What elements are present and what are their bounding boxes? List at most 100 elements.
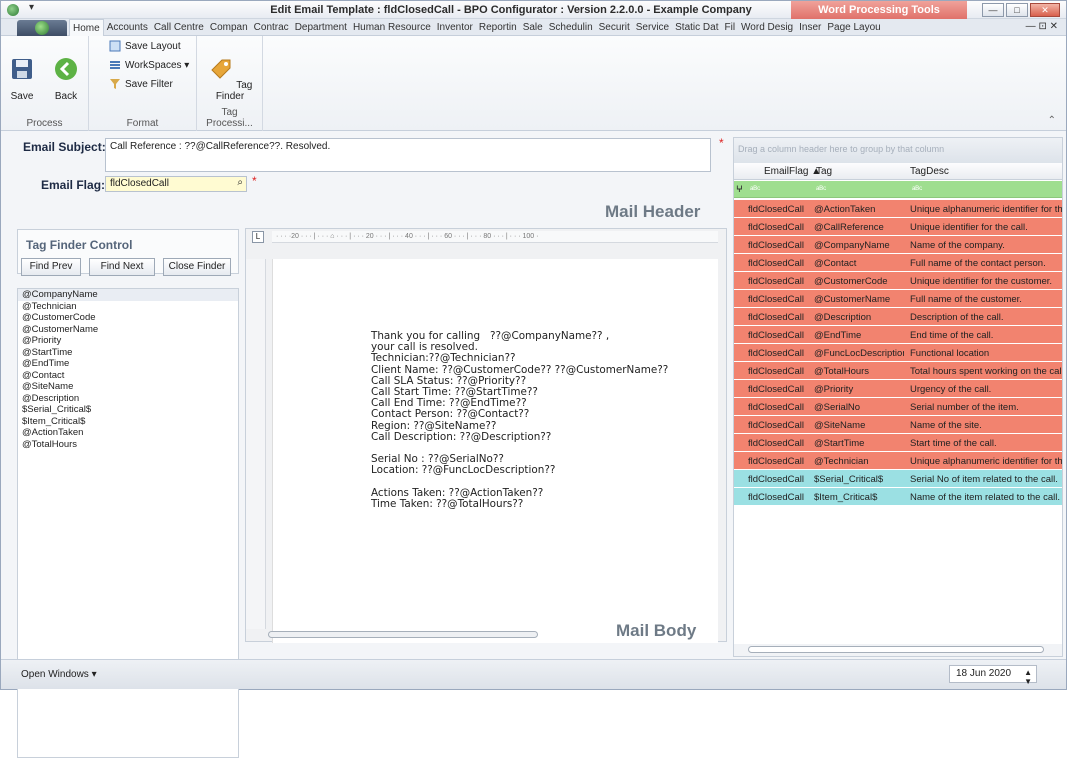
back-button[interactable]: Back — [51, 56, 81, 102]
find-prev-button[interactable]: Find Prev — [21, 258, 81, 276]
save-label: Save — [10, 91, 34, 102]
grid-row[interactable]: fldClosedCall @Contact Full name of the co… — [734, 254, 1062, 272]
scrollbar-thumb[interactable] — [268, 631, 538, 638]
cell-tag: @TotalHours — [814, 366, 870, 377]
scrollbar-thumb[interactable] — [748, 646, 1044, 653]
tab-inventor[interactable]: Inventor — [434, 19, 476, 36]
tag-list-item[interactable]: @StartTime — [18, 347, 238, 359]
email-body-text[interactable]: Thank you for calling ??@CompanyName?? ,… — [371, 330, 668, 510]
tab-word-desig[interactable]: Word Desig — [738, 19, 796, 36]
grid-row[interactable]: fldClosedCall @StartTime Start time of the… — [734, 434, 1062, 452]
grid-row[interactable]: fldClosedCall @Priority Urgency of the cal… — [734, 380, 1062, 398]
tab-schedulin[interactable]: Schedulin — [546, 19, 596, 36]
grid-row[interactable]: fldClosedCall @CallReference Unique identi… — [734, 218, 1062, 236]
grid-row[interactable]: fldClosedCall @TotalHours Total hours spen… — [734, 362, 1062, 380]
filter-cell-tag[interactable]: ᵃᴮᶜ — [816, 184, 826, 194]
quick-access-dropdown-icon[interactable]: ▾ — [29, 2, 34, 13]
tag-list-item[interactable]: $Item_Critical$ — [18, 416, 238, 428]
tab-securit[interactable]: Securit — [596, 19, 633, 36]
tab-call-centre[interactable]: Call Centre — [151, 19, 207, 36]
maximize-button[interactable]: □ — [1006, 3, 1028, 17]
save-filter-button[interactable]: Save Filter — [109, 78, 173, 90]
grid-row[interactable]: fldClosedCall @FuncLocDescription Function… — [734, 344, 1062, 362]
ribbon-group-label: Tag Processi... — [206, 107, 253, 129]
application-menu-button[interactable] — [17, 20, 67, 36]
tab-reportin[interactable]: Reportin — [476, 19, 520, 36]
find-next-button[interactable]: Find Next — [89, 258, 155, 276]
column-header-tagdesc[interactable]: TagDesc — [910, 166, 949, 177]
grid-row[interactable]: fldClosedCall @SiteName Name of the site. — [734, 416, 1062, 434]
tag-list-item[interactable]: @TotalHours — [18, 439, 238, 451]
grid-row[interactable]: fldClosedCall @Technician Unique alphanume… — [734, 452, 1062, 470]
search-icon[interactable]: ⌕ — [237, 177, 243, 188]
filter-cell-emailflag[interactable]: ᵃᴮᶜ — [750, 184, 760, 194]
tab-fil[interactable]: Fil — [721, 19, 738, 36]
grid-row[interactable]: fldClosedCall @SerialNo Serial number of t… — [734, 398, 1062, 416]
save-layout-button[interactable]: Save Layout — [109, 40, 181, 52]
ribbon-window-controls[interactable]: — ⊡ ✕ — [1026, 21, 1058, 32]
tag-list-item[interactable]: @CustomerCode — [18, 312, 238, 324]
grid-row[interactable]: fldClosedCall $Item_Critical$ Name of the … — [734, 488, 1062, 506]
tag-finder-button[interactable]: Tag Finder — [201, 56, 259, 102]
document-page[interactable]: Thank you for calling ??@CompanyName?? ,… — [272, 259, 718, 643]
date-spinner[interactable]: 18 Jun 2020 ▲ ▼ — [949, 665, 1037, 686]
tab-human-resource[interactable]: Human Resource — [350, 19, 434, 36]
cell-emailflag: fldClosedCall — [748, 366, 804, 377]
tag-list-item[interactable]: @SiteName — [18, 381, 238, 393]
open-windows-button[interactable]: Open Windows ▾ — [21, 669, 97, 680]
email-flag-field[interactable]: fldClosedCall ⌕ — [105, 176, 247, 192]
workspaces-dropdown[interactable]: WorkSpaces ▾ — [109, 59, 189, 71]
column-header-emailflag[interactable]: EmailFlag ▲ — [764, 166, 821, 177]
tab-home[interactable]: Home — [69, 19, 104, 37]
context-tab-word-processing-tools[interactable]: Word Processing Tools — [791, 1, 967, 19]
minimize-button[interactable]: — — [982, 3, 1004, 17]
tag-list-item[interactable]: $Serial_Critical$ — [18, 404, 238, 416]
cell-emailflag: fldClosedCall — [748, 294, 804, 305]
spin-arrows-icon[interactable]: ▲ ▼ — [1024, 668, 1032, 686]
tab-stop-selector[interactable]: L — [252, 231, 264, 243]
grid-horizontal-scrollbar[interactable] — [734, 644, 1062, 656]
grid-filter-row[interactable]: ⵖ ᵃᴮᶜ ᵃᴮᶜ ᵃᴮᶜ — [734, 181, 1062, 198]
tab-accounts[interactable]: Accounts — [104, 19, 151, 36]
grid-row[interactable]: fldClosedCall @CompanyName Name of the com… — [734, 236, 1062, 254]
tag-list-item[interactable]: @CompanyName — [18, 289, 238, 301]
tag-list-item[interactable]: @ActionTaken — [18, 427, 238, 439]
column-header-tag[interactable]: Tag — [816, 166, 832, 177]
filter-cell-tagdesc[interactable]: ᵃᴮᶜ — [912, 184, 922, 194]
tab-static-dat[interactable]: Static Dat — [672, 19, 721, 36]
close-finder-button[interactable]: Close Finder — [163, 258, 231, 276]
tab-sale[interactable]: Sale — [520, 19, 546, 36]
tag-list-item[interactable]: @CustomerName — [18, 324, 238, 336]
date-value: 18 Jun 2020 — [956, 668, 1012, 679]
window-title: Edit Email Template : fldClosedCall - BP… — [270, 4, 752, 16]
tab-compan[interactable]: Compan — [207, 19, 251, 36]
tag-list-item[interactable]: @Priority — [18, 335, 238, 347]
tag-list-item[interactable]: @EndTime — [18, 358, 238, 370]
grid-row[interactable]: fldClosedCall @CustomerCode Unique identif… — [734, 272, 1062, 290]
cell-tag: $Item_Critical$ — [814, 492, 878, 503]
tab-inser[interactable]: Inser — [796, 19, 824, 36]
group-by-panel[interactable]: Drag a column header here to group by th… — [734, 138, 1062, 163]
tag-list-item[interactable]: @Technician — [18, 301, 238, 313]
app-icon[interactable] — [7, 4, 19, 16]
tab-page-layou[interactable]: Page Layou — [824, 19, 883, 36]
ribbon-tabs: Home Accounts Call Centre Compan Contrac Depa… — [69, 19, 884, 37]
cell-tag: $Serial_Critical$ — [814, 474, 884, 485]
tag-list-item[interactable]: @Description — [18, 393, 238, 405]
close-button[interactable]: ✕ — [1030, 3, 1060, 17]
cell-tagdesc: End time of the call. — [910, 330, 994, 341]
tab-contrac[interactable]: Contrac — [251, 19, 292, 36]
tab-department[interactable]: Department — [292, 19, 350, 36]
email-subject-field[interactable]: Call Reference : ??@CallReference??. Res… — [105, 138, 711, 172]
horizontal-ruler[interactable]: · · · ·20 · · · | · · · ⌂ · · · | · · · … — [272, 231, 718, 243]
tag-list-item[interactable]: @Contact — [18, 370, 238, 382]
grid-row[interactable]: fldClosedCall @ActionTaken Unique alphanum… — [734, 200, 1062, 218]
grid-row[interactable]: fldClosedCall @CustomerName Full name of t… — [734, 290, 1062, 308]
grid-row[interactable]: fldClosedCall @EndTime End time of the cal… — [734, 326, 1062, 344]
vertical-ruler[interactable] — [246, 259, 266, 629]
grid-row[interactable]: fldClosedCall @Description Description of … — [734, 308, 1062, 326]
tab-service[interactable]: Service — [633, 19, 672, 36]
save-button[interactable]: Save — [9, 56, 35, 102]
collapse-ribbon-icon[interactable]: ⌃ — [1048, 115, 1056, 126]
grid-row[interactable]: fldClosedCall $Serial_Critical$ Serial No … — [734, 470, 1062, 488]
